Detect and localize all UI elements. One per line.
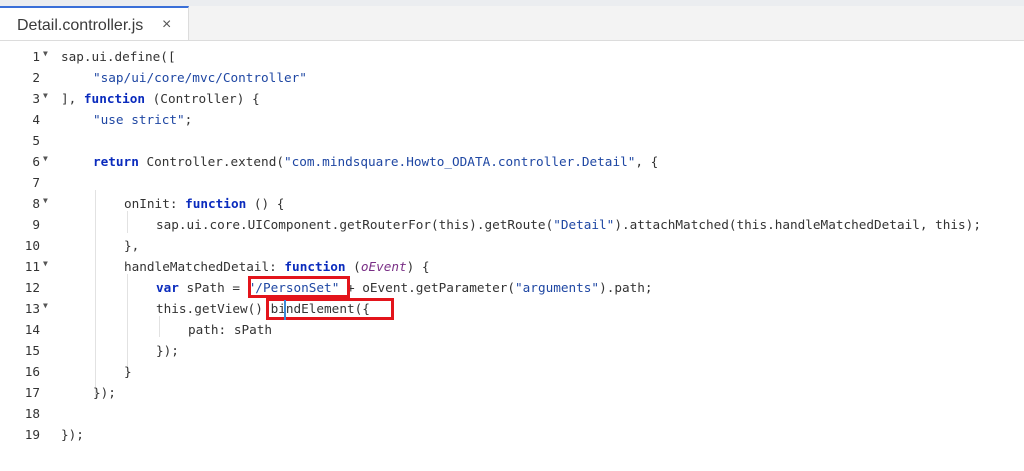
line-number: 1 xyxy=(32,49,40,64)
code-line: 3 ▼ ], function (Controller) { xyxy=(0,89,1024,110)
fold-arrow-icon[interactable]: ▼ xyxy=(43,49,48,58)
fold-arrow-icon[interactable]: ▼ xyxy=(43,154,48,163)
line-number: 9 xyxy=(32,217,40,232)
line-number: 7 xyxy=(32,175,40,190)
fold-arrow-icon[interactable]: ▼ xyxy=(43,301,48,310)
line-number: 18 xyxy=(24,406,40,421)
code-line: 16 } xyxy=(0,362,1024,383)
code-line: 9 sap.ui.core.UIComponent.getRouterFor(t… xyxy=(0,215,1024,236)
line-number: 16 xyxy=(24,364,40,379)
line-number: 5 xyxy=(32,133,40,148)
tab-detail-controller[interactable]: Detail.controller.js × xyxy=(0,6,189,40)
line-number: 6 xyxy=(32,154,40,169)
code-line: 5 xyxy=(0,131,1024,152)
code-line: 11 ▼ handleMatchedDetail: function (oEve… xyxy=(0,257,1024,278)
code-editor[interactable]: 1 ▼ sap.ui.define([ 2 "sap/ui/core/mvc/C… xyxy=(0,41,1024,471)
code-text: }); xyxy=(61,427,84,442)
code-text: }); xyxy=(156,343,179,358)
line-number: 14 xyxy=(24,322,40,337)
code-text: sap.ui.core.UIComponent.getRouterFor(thi… xyxy=(156,217,981,232)
code-line: 4 "use strict"; xyxy=(0,110,1024,131)
line-number: 12 xyxy=(24,280,40,295)
code-line: 7 xyxy=(0,173,1024,194)
code-line: 6 ▼ return Controller.extend("com.mindsq… xyxy=(0,152,1024,173)
code-line: 12 var sPath = "/PersonSet" + oEvent.get… xyxy=(0,278,1024,299)
line-number: 15 xyxy=(24,343,40,358)
fold-arrow-icon[interactable]: ▼ xyxy=(43,91,48,100)
code-line: 19 }); xyxy=(0,425,1024,446)
code-text: sap.ui.define([ xyxy=(61,49,176,64)
fold-arrow-icon[interactable]: ▼ xyxy=(43,259,48,268)
line-number: 8 xyxy=(32,196,40,211)
code-line: 17 }); xyxy=(0,383,1024,404)
editor-tab-bar: Detail.controller.js × xyxy=(0,0,1024,41)
line-number: 4 xyxy=(32,112,40,127)
line-number: 2 xyxy=(32,70,40,85)
line-number: 13 xyxy=(24,301,40,316)
close-icon[interactable]: × xyxy=(162,16,171,34)
line-number: 10 xyxy=(24,238,40,253)
code-text: handleMatchedDetail: function (oEvent) { xyxy=(124,259,430,274)
code-text: var sPath = "/PersonSet" + oEvent.getPar… xyxy=(156,280,653,295)
code-line: 1 ▼ sap.ui.define([ xyxy=(0,47,1024,68)
code-line: 13 ▼ this.getView().bindElement({ xyxy=(0,299,1024,320)
code-text: return Controller.extend("com.mindsquare… xyxy=(93,154,659,169)
code-text: }, xyxy=(124,238,140,253)
code-text: "sap/ui/core/mvc/Controller" xyxy=(93,70,307,85)
line-number: 3 xyxy=(32,91,40,106)
code-text: }); xyxy=(93,385,116,400)
tab-label: Detail.controller.js xyxy=(17,17,144,34)
code-text: ], function (Controller) { xyxy=(61,91,260,106)
code-line: 15 }); xyxy=(0,341,1024,362)
code-line: 8 ▼ onInit: function () { xyxy=(0,194,1024,215)
code-text: path: sPath xyxy=(188,322,273,337)
code-line: 2 "sap/ui/core/mvc/Controller" xyxy=(0,68,1024,89)
code-line: 10 }, xyxy=(0,236,1024,257)
line-number: 11 xyxy=(24,259,40,274)
line-number: 17 xyxy=(24,385,40,400)
code-text: onInit: function () { xyxy=(124,196,285,211)
fold-arrow-icon[interactable]: ▼ xyxy=(43,196,48,205)
code-text: } xyxy=(124,364,132,379)
highlight-box-personset xyxy=(248,276,350,298)
code-line: 14 path: sPath xyxy=(0,320,1024,341)
text-cursor xyxy=(284,300,286,320)
code-text: "use strict"; xyxy=(93,112,193,127)
code-line: 18 xyxy=(0,404,1024,425)
line-number: 19 xyxy=(24,427,40,442)
